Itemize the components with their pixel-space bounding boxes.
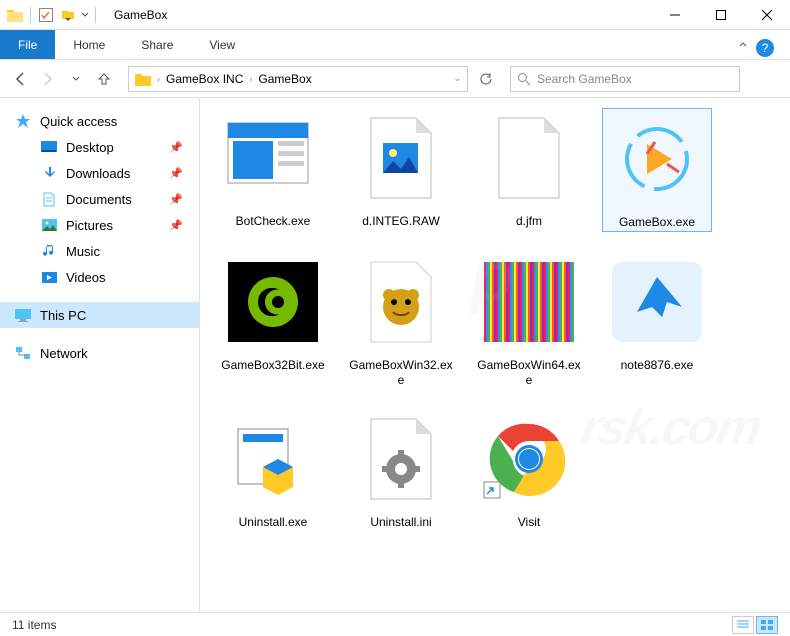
pin-icon: 📌 <box>169 141 183 154</box>
address-bar[interactable]: › GameBox INC › GameBox ⌄ <box>128 66 468 92</box>
sidebar-item-desktop[interactable]: Desktop 📌 <box>0 134 199 160</box>
search-placeholder: Search GameBox <box>537 72 632 86</box>
window-title: GameBox <box>114 8 167 22</box>
sidebar-network[interactable]: Network <box>0 340 199 366</box>
file-item[interactable]: GameBox32Bit.exe <box>218 252 328 389</box>
file-item[interactable]: d.jfm <box>474 108 584 232</box>
ribbon: File Home Share View ? <box>0 30 790 60</box>
file-item[interactable]: Visit <box>474 409 584 531</box>
breadcrumb-item[interactable]: GameBox <box>258 72 311 86</box>
file-item[interactable]: note8876.exe <box>602 252 712 389</box>
sidebar-item-music[interactable]: Music <box>0 238 199 264</box>
file-icon <box>607 109 707 209</box>
tab-home[interactable]: Home <box>55 30 123 59</box>
file-label: d.jfm <box>516 214 542 230</box>
pin-icon: 📌 <box>169 219 183 232</box>
back-button[interactable] <box>8 67 32 91</box>
file-icon <box>223 252 323 352</box>
file-icon <box>479 252 579 352</box>
chevron-down-icon[interactable] <box>81 11 89 19</box>
downloads-icon <box>40 164 58 182</box>
pc-icon <box>14 306 32 324</box>
file-tab[interactable]: File <box>0 30 55 59</box>
videos-icon <box>40 268 58 286</box>
network-icon <box>14 344 32 362</box>
desktop-icon <box>40 138 58 156</box>
file-item[interactable]: Uninstall.ini <box>346 409 456 531</box>
ribbon-expand-icon[interactable] <box>738 40 748 50</box>
file-label: BotCheck.exe <box>236 214 311 230</box>
file-icon <box>351 108 451 208</box>
file-icon <box>223 108 323 208</box>
pictures-icon <box>40 216 58 234</box>
help-icon[interactable]: ? <box>756 39 774 57</box>
statusbar: 11 items <box>0 612 790 636</box>
file-label: GameBox32Bit.exe <box>221 358 324 374</box>
file-label: Visit <box>518 515 540 531</box>
file-item[interactable]: Uninstall.exe <box>218 409 328 531</box>
sidebar-item-pictures[interactable]: Pictures 📌 <box>0 212 199 238</box>
folder-icon <box>6 6 24 24</box>
file-item[interactable]: d.INTEG.RAW <box>346 108 456 232</box>
file-icon <box>223 409 323 509</box>
item-count: 11 items <box>12 618 56 632</box>
sidebar-quick-access[interactable]: Quick access <box>0 108 199 134</box>
file-label: Uninstall.exe <box>239 515 308 531</box>
icons-view-button[interactable] <box>756 616 778 634</box>
details-view-button[interactable] <box>732 616 754 634</box>
sidebar-item-documents[interactable]: Documents 📌 <box>0 186 199 212</box>
navbar: › GameBox INC › GameBox ⌄ Search GameBox <box>0 60 790 98</box>
file-label: Uninstall.ini <box>370 515 431 531</box>
file-item[interactable]: BotCheck.exe <box>218 108 328 232</box>
search-input[interactable]: Search GameBox <box>510 66 740 92</box>
recent-dropdown[interactable] <box>64 67 88 91</box>
close-button[interactable] <box>744 0 790 30</box>
file-label: GameBox.exe <box>619 215 695 231</box>
star-icon <box>14 112 32 130</box>
sidebar-item-downloads[interactable]: Downloads 📌 <box>0 160 199 186</box>
forward-button[interactable] <box>36 67 60 91</box>
file-item[interactable]: GameBoxWin32.exe <box>346 252 456 389</box>
chevron-down-icon[interactable]: ⌄ <box>453 73 461 84</box>
titlebar: GameBox <box>0 0 790 30</box>
checkbox-icon[interactable] <box>37 6 55 24</box>
file-icon <box>607 252 707 352</box>
navigation-pane: Quick access Desktop 📌 Downloads 📌 Docum… <box>0 98 200 612</box>
file-icon <box>479 409 579 509</box>
refresh-button[interactable] <box>472 66 500 92</box>
file-icon <box>351 409 451 509</box>
file-list[interactable]: BotCheck.exe d.INTEG.RAW d.jfm GameBox.exe G… <box>200 98 790 612</box>
maximize-button[interactable] <box>698 0 744 30</box>
file-label: note8876.exe <box>621 358 694 374</box>
qat-dropdown-icon[interactable] <box>59 6 77 24</box>
documents-icon <box>40 190 58 208</box>
up-button[interactable] <box>92 67 116 91</box>
file-item[interactable]: GameBoxWin64.exe <box>474 252 584 389</box>
minimize-button[interactable] <box>652 0 698 30</box>
tab-share[interactable]: Share <box>123 30 191 59</box>
file-label: GameBoxWin32.exe <box>346 358 456 389</box>
file-icon <box>479 108 579 208</box>
pin-icon: 📌 <box>169 193 183 206</box>
file-label: GameBoxWin64.exe <box>474 358 584 389</box>
file-item[interactable]: GameBox.exe <box>602 108 712 232</box>
sidebar-this-pc[interactable]: This PC <box>0 302 199 328</box>
folder-icon <box>135 72 151 86</box>
pin-icon: 📌 <box>169 167 183 180</box>
breadcrumb-item[interactable]: GameBox INC <box>166 72 243 86</box>
tab-view[interactable]: View <box>191 30 253 59</box>
music-icon <box>40 242 58 260</box>
file-label: d.INTEG.RAW <box>362 214 440 230</box>
file-icon <box>351 252 451 352</box>
search-icon <box>517 72 531 86</box>
sidebar-item-videos[interactable]: Videos <box>0 264 199 290</box>
